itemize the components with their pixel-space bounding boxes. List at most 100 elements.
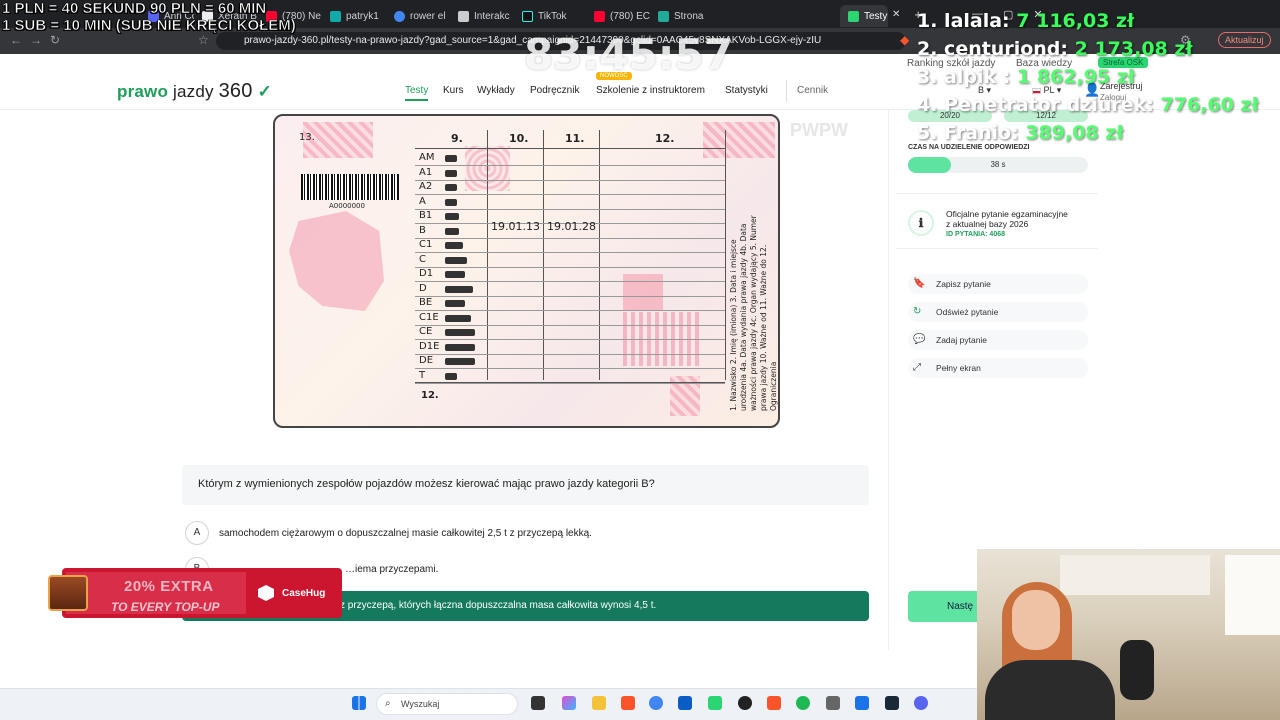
vehicle-icon [445, 242, 463, 249]
vehicle-icon [445, 285, 473, 293]
taskbar-search[interactable] [376, 693, 518, 715]
grid-line [415, 208, 725, 210]
nav-testy[interactable]: Testy [405, 85, 429, 101]
grid-line [543, 130, 544, 380]
bookmark-icon: 🔖 [913, 278, 926, 289]
chat-icon: 💬 [913, 334, 926, 345]
brave-shield-icon[interactable]: ◆ [900, 33, 909, 47]
donor-row: 2. centuriond: 2 173,08 zł [917, 38, 1193, 60]
ad-subline: TO EVERY TOP-UP [111, 600, 220, 614]
grid-line [415, 165, 725, 166]
tab-title: Interakc [474, 10, 510, 22]
vehicle-icon [445, 213, 459, 220]
col-10-label: 10. [509, 132, 529, 145]
tab-favicon-icon [848, 10, 859, 22]
save-question-button[interactable] [908, 274, 1088, 294]
license-category-label: A2 [419, 181, 433, 192]
vehicle-icon [445, 155, 457, 162]
youtube-icon [594, 10, 605, 22]
close-tab-icon[interactable]: ✕ [892, 9, 900, 20]
discord-icon[interactable] [914, 696, 928, 710]
back-icon[interactable]: ← [10, 33, 22, 47]
browser-tab[interactable]: patryk1 [322, 5, 386, 27]
brave-icon[interactable] [767, 696, 781, 710]
license-category-label: C1E [419, 311, 439, 323]
store-icon[interactable] [678, 696, 692, 710]
grid-line [415, 281, 725, 282]
license-category-label: C1 [419, 239, 433, 250]
tab-title: (780) EC [610, 10, 650, 22]
calculator-icon[interactable] [826, 696, 840, 710]
grid-line [415, 368, 725, 369]
checkmark-icon: ✓ [252, 82, 272, 101]
task-view-icon[interactable] [531, 696, 545, 710]
chrome-icon[interactable] [649, 696, 663, 710]
bookmark-icon[interactable]: ☆ [198, 33, 209, 47]
browser-tab-active[interactable]: Testy [840, 5, 888, 27]
nav-cennik[interactable]: Cennik [786, 80, 828, 102]
taskbar-search-placeholder: Wyszukaj [401, 699, 440, 709]
license-category-label: CE [419, 326, 433, 337]
forward-icon[interactable]: → [30, 33, 42, 47]
donor-name: 5. Franio: [917, 122, 1019, 144]
pwpw-watermark: PWPW [790, 120, 848, 140]
nav-podrecznik[interactable]: Podręcznik [530, 85, 579, 96]
browser-tab[interactable]: Strona [650, 5, 840, 27]
vehicle-icon [445, 343, 475, 351]
license-category-label: A1 [419, 166, 433, 178]
license-field-legend: 1. Nazwisko 2. Imię (imiona) 3. Data i m… [729, 215, 778, 411]
donor-name: 2. centuriond: [917, 38, 1068, 60]
grid-line [415, 266, 725, 268]
donor-row: 5. Franio: 389,08 zł [917, 122, 1123, 144]
expand-icon: ⤢ [913, 362, 921, 373]
copilot-icon[interactable] [562, 696, 576, 710]
treasure-chest-icon [48, 575, 88, 611]
donor-name: 4. Penetrator dziurek: [917, 94, 1154, 116]
vehicle-icon [445, 271, 465, 278]
nav-kurs[interactable]: Kurs [443, 85, 464, 96]
question-id: ID PYTANIA: 4068 [946, 231, 1005, 238]
search-icon: ⌕ [385, 698, 391, 709]
tab-favicon-icon [330, 10, 341, 22]
fullscreen-button[interactable] [908, 358, 1088, 378]
grid-line [487, 130, 488, 380]
answer-a-text[interactable]: samochodem ciężarowym o dopuszczalnej ma… [219, 528, 592, 539]
steam-icon[interactable] [885, 696, 899, 710]
answer-a-letter[interactable]: A [185, 521, 209, 545]
ask-question-button[interactable] [908, 330, 1088, 350]
obs-icon[interactable] [738, 696, 752, 710]
windows-start-icon[interactable] [352, 696, 366, 710]
vehicle-icon [445, 227, 459, 235]
nav-szkolenie[interactable]: Szkolenie z instruktorem [596, 85, 705, 96]
ad-headline: 20% EXTRA [124, 578, 214, 595]
nav-statystyki[interactable]: Statystyki [725, 85, 768, 96]
answer-b-text[interactable]: …iema przyczepami. [345, 564, 438, 575]
app-icon[interactable] [708, 696, 722, 710]
browser-tab[interactable]: TikTok [514, 5, 586, 27]
grid-line [415, 353, 725, 355]
tab-favicon-icon [458, 10, 469, 22]
grid-line [415, 382, 725, 384]
browser-tab[interactable]: (780) EC [586, 5, 650, 27]
license-category-label: D1E [419, 340, 440, 352]
browser-tab[interactable]: rower el [386, 5, 450, 27]
spotify-icon[interactable] [796, 696, 810, 710]
tab-favicon-icon [658, 10, 669, 22]
update-button[interactable]: Aktualizuj [1218, 32, 1271, 48]
pattern-block [703, 122, 775, 158]
vehicle-icon [445, 358, 475, 365]
answer-c-text[interactable]: z przyczepą, których łączna dopuszczalna… [340, 600, 656, 611]
nav-wyklady[interactable]: Wykłady [477, 85, 515, 96]
license-category-label: C [419, 253, 426, 265]
license-category-label: BE [419, 297, 433, 308]
browser-tab[interactable]: Interakc [450, 5, 514, 27]
grid-line [599, 130, 600, 380]
barcode-number: A0000000 [329, 202, 365, 210]
save-question-label: Zapisz pytanie [936, 279, 991, 289]
reload-icon[interactable]: ↻ [50, 33, 60, 47]
brave-icon[interactable] [621, 696, 635, 710]
vehicle-icon [445, 198, 457, 206]
site-logo[interactable]: prawo jazdy 360 ✓ [117, 80, 272, 103]
file-explorer-icon[interactable] [592, 696, 606, 710]
notepad-icon[interactable] [855, 696, 869, 710]
